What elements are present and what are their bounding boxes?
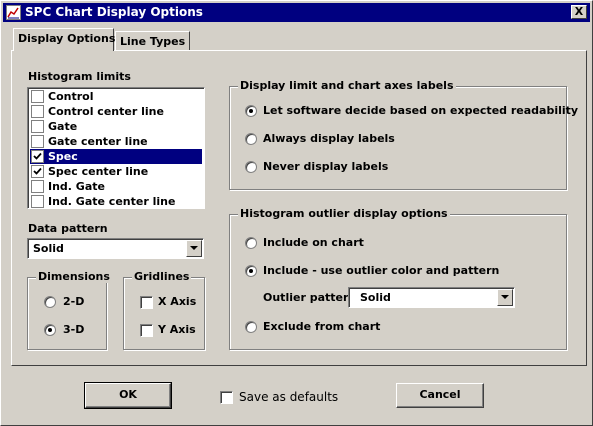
list-item-checkbox[interactable] xyxy=(31,105,44,118)
chevron-down-icon xyxy=(501,295,509,299)
tab-display-options-label: Display Options xyxy=(18,32,116,45)
data-pattern-dropdown-button[interactable] xyxy=(186,240,202,257)
title-bar[interactable]: SPC Chart Display Options X xyxy=(3,3,590,22)
gridlines-x-label: X Axis xyxy=(158,295,197,308)
list-item-label: Spec center line xyxy=(48,165,149,178)
dimensions-group: Dimensions xyxy=(27,270,112,350)
dimensions-3d-label: 3-D xyxy=(63,323,85,336)
list-item-label: Spec xyxy=(48,150,78,163)
outlier-pattern-dropdown-button[interactable] xyxy=(497,289,513,306)
radio-dot-icon xyxy=(48,328,52,332)
save-defaults-label: Save as defaults xyxy=(239,390,339,404)
outlier-exclude-label: Exclude from chart xyxy=(263,320,381,333)
outlier-include-color-radio[interactable] xyxy=(245,265,257,277)
tab-line-types-label: Line Types xyxy=(120,35,186,48)
list-item-checkbox[interactable] xyxy=(31,195,44,208)
radio-dot-icon xyxy=(249,109,253,113)
gridlines-title: Gridlines xyxy=(132,270,192,283)
axes-labels-always-radio[interactable] xyxy=(245,133,257,145)
list-item-checkbox[interactable] xyxy=(31,180,44,193)
save-defaults-checkbox[interactable] xyxy=(220,391,233,404)
axes-labels-title: Display limit and chart axes labels xyxy=(238,79,456,92)
outlier-include-label: Include on chart xyxy=(263,236,364,249)
list-item-label: Control xyxy=(48,90,94,103)
checkmark-icon xyxy=(33,152,42,160)
list-item-checkbox[interactable] xyxy=(31,165,44,178)
axes-labels-never-radio[interactable] xyxy=(245,161,257,173)
cancel-button[interactable]: Cancel xyxy=(396,383,484,408)
histogram-limits-label: Histogram limits xyxy=(28,70,131,83)
dialog-window: SPC Chart Display Options X Display Opti… xyxy=(0,0,593,426)
ok-button-label: OK xyxy=(119,388,137,401)
data-pattern-label: Data pattern xyxy=(28,222,108,235)
list-item[interactable]: Ind. Gate xyxy=(30,179,202,194)
list-item-label: Control center line xyxy=(48,105,164,118)
chevron-down-icon xyxy=(190,246,198,250)
list-item-checkbox[interactable] xyxy=(31,120,44,133)
list-item[interactable]: Ind. Gate center line xyxy=(30,194,202,209)
cancel-button-label: Cancel xyxy=(419,388,461,401)
outlier-include-color-label: Include - use outlier color and pattern xyxy=(263,264,500,277)
gridlines-group: Gridlines xyxy=(123,270,205,350)
data-pattern-value: Solid xyxy=(33,242,64,255)
dimensions-title: Dimensions xyxy=(36,270,112,283)
outlier-pattern-value: Solid xyxy=(360,291,391,304)
axes-labels-always-label: Always display labels xyxy=(263,132,395,145)
list-item-checkbox[interactable] xyxy=(31,135,44,148)
gridlines-x-checkbox[interactable] xyxy=(140,296,153,309)
outlier-pattern-select[interactable]: Solid xyxy=(348,287,515,308)
dimensions-2d-radio[interactable] xyxy=(44,296,56,308)
axes-labels-never-label: Never display labels xyxy=(263,160,389,173)
app-chart-icon xyxy=(6,5,21,20)
axes-labels-auto-label: Let software decide based on expected re… xyxy=(263,104,579,117)
outlier-include-radio[interactable] xyxy=(245,237,257,249)
radio-dot-icon xyxy=(249,269,253,273)
list-item-checkbox[interactable] xyxy=(31,90,44,103)
ok-button[interactable]: OK xyxy=(84,382,172,409)
list-item[interactable]: Spec center line xyxy=(30,164,202,179)
tab-line-types[interactable]: Line Types xyxy=(115,31,190,51)
list-item[interactable]: Gate center line xyxy=(30,134,202,149)
outlier-exclude-radio[interactable] xyxy=(245,321,257,333)
list-item[interactable]: Gate xyxy=(30,119,202,134)
close-icon: X xyxy=(574,5,584,18)
histogram-limits-list[interactable]: Control Control center line Gate Gate ce… xyxy=(27,87,205,209)
list-item[interactable]: Spec xyxy=(30,149,202,164)
tab-display-options[interactable]: Display Options xyxy=(13,28,116,51)
data-pattern-select[interactable]: Solid xyxy=(27,238,204,259)
checkmark-icon xyxy=(33,167,42,175)
window-title: SPC Chart Display Options xyxy=(25,5,203,19)
list-item-label: Gate center line xyxy=(48,135,148,148)
outlier-pattern-label: Outlier pattern xyxy=(263,291,357,304)
gridlines-y-label: Y Axis xyxy=(158,323,196,336)
list-item-label: Gate xyxy=(48,120,78,133)
list-item-label: Ind. Gate xyxy=(48,180,105,193)
list-item-checkbox[interactable] xyxy=(31,150,44,163)
gridlines-y-checkbox[interactable] xyxy=(140,324,153,337)
outlier-title: Histogram outlier display options xyxy=(238,207,450,220)
close-button[interactable]: X xyxy=(571,5,587,19)
dimensions-2d-label: 2-D xyxy=(63,295,85,308)
list-item[interactable]: Control center line xyxy=(30,104,202,119)
axes-labels-auto-radio[interactable] xyxy=(245,105,257,117)
dimensions-3d-radio[interactable] xyxy=(44,324,56,336)
list-item[interactable]: Control xyxy=(30,89,202,104)
list-item-label: Ind. Gate center line xyxy=(48,195,176,208)
